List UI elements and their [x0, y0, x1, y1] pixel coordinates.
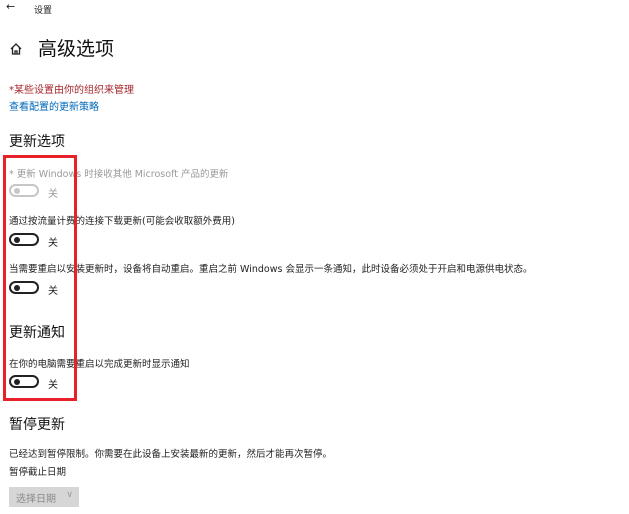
home-icon — [10, 43, 22, 55]
back-arrow-icon[interactable]: ← — [6, 0, 15, 13]
update-options-heading: 更新选项 — [9, 134, 65, 150]
select-date-dropdown[interactable]: 选择日期 ∨ — [9, 487, 79, 507]
chevron-down-icon: ∨ — [66, 490, 73, 500]
pause-updates-heading: 暂停更新 — [9, 417, 65, 433]
toggle-knob — [14, 188, 20, 194]
pause-until-date-label: 暂停截止日期 — [9, 467, 67, 478]
option-metered-download-label: 通过按流量计费的连接下载更新(可能会收取额外费用) — [9, 216, 235, 227]
toggle-restart-notification[interactable] — [9, 375, 39, 388]
toggle-knob — [14, 237, 20, 243]
option-restart-notification-label: 在你的电脑需要重启以完成更新时显示通知 — [9, 359, 190, 370]
toggle-metered-download[interactable] — [9, 233, 39, 246]
option-other-products-label: * 更新 Windows 时接收其他 Microsoft 产品的更新 — [9, 169, 229, 180]
toggle-state-label: 关 — [48, 189, 58, 200]
toggle-knob — [14, 285, 20, 291]
option-auto-restart-label: 当需要重启以安装更新时，设备将自动重启。重启之前 Windows 会显示一条通知… — [9, 264, 533, 275]
update-notifications-heading: 更新通知 — [9, 325, 65, 341]
app-title: 设置 — [34, 6, 53, 16]
toggle-state-label: 关 — [48, 380, 58, 391]
toggle-state-label: 关 — [48, 286, 58, 297]
managed-by-org-notice: *某些设置由你的组织来管理 — [9, 85, 134, 96]
toggle-other-products[interactable] — [9, 184, 39, 197]
page-title: 高级选项 — [38, 38, 115, 60]
pause-limit-description: 已经达到暂停限制。你需要在此设备上安装最新的更新，然后才能再次暂停。 — [9, 449, 333, 460]
view-policies-link[interactable]: 查看配置的更新策略 — [9, 98, 99, 113]
select-date-value: 选择日期 — [16, 494, 56, 505]
title-bar: ← 设置 — [0, 0, 629, 18]
toggle-state-label: 关 — [48, 238, 58, 249]
toggle-knob — [14, 379, 20, 385]
toggle-auto-restart[interactable] — [9, 281, 39, 294]
